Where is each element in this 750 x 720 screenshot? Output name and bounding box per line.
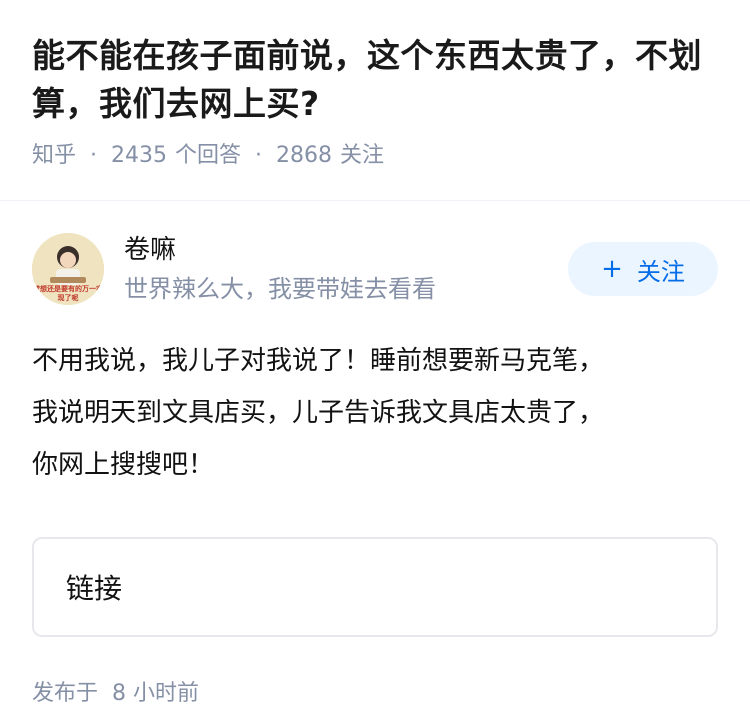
avatar-caption: 梦想还是要有的万一实现了呢 bbox=[33, 285, 103, 302]
link-card[interactable]: 链接 bbox=[32, 537, 718, 637]
question-header: 能不能在孩子面前说，这个东西太贵了，不划算，我们去网上买? 知乎 · 2435 … bbox=[0, 0, 750, 200]
followers-label[interactable]: 关注 bbox=[340, 140, 384, 172]
follow-label: 关注 bbox=[636, 257, 685, 286]
answer-card: 梦想还是要有的万一实现了呢 卷嘛 世界辣么大，我要带娃去看看 + 关注 不用我说… bbox=[0, 199, 750, 707]
avatar[interactable]: 梦想还是要有的万一实现了呢 bbox=[32, 233, 104, 305]
content-line: 不用我说，我儿子对我说了！睡前想要新马克笔， bbox=[32, 346, 605, 376]
source-label[interactable]: 知乎 bbox=[32, 140, 76, 172]
question-meta: 知乎 · 2435 个回答 · 2868 关注 bbox=[32, 140, 718, 172]
answers-count: 2435 bbox=[111, 143, 168, 168]
author-row: 梦想还是要有的万一实现了呢 卷嘛 世界辣么大，我要带娃去看看 + 关注 bbox=[32, 199, 718, 339]
meta-separator: · bbox=[255, 143, 263, 168]
follow-button[interactable]: + 关注 bbox=[568, 242, 718, 296]
meta-separator: · bbox=[90, 143, 98, 168]
followers-count: 2868 bbox=[276, 143, 333, 168]
zhihu-answer-page: 能不能在孩子面前说，这个东西太贵了，不划算，我们去网上买? 知乎 · 2435 … bbox=[0, 0, 750, 720]
link-card-label: 链接 bbox=[66, 572, 123, 605]
content-line: 我说明天到文具店买，儿子告诉我文具店太贵了， bbox=[32, 398, 605, 428]
plus-icon: + bbox=[601, 254, 623, 284]
answer-content: 不用我说，我儿子对我说了！睡前想要新马克笔， 我说明天到文具店买，儿子告诉我文具… bbox=[32, 335, 718, 491]
author-info: 卷嘛 世界辣么大，我要带娃去看看 bbox=[124, 232, 568, 306]
author-name[interactable]: 卷嘛 bbox=[124, 232, 568, 268]
author-bio: 世界辣么大，我要带娃去看看 bbox=[124, 275, 436, 303]
publish-info: 发布于 8 小时前 bbox=[32, 675, 718, 707]
answers-label[interactable]: 个回答 bbox=[175, 140, 241, 172]
question-title[interactable]: 能不能在孩子面前说，这个东西太贵了，不划算，我们去网上买? bbox=[32, 32, 718, 128]
publish-label: 发布于 bbox=[32, 681, 99, 706]
content-line: 你网上搜搜吧！ bbox=[32, 450, 215, 480]
publish-time: 8 小时前 bbox=[112, 681, 200, 706]
